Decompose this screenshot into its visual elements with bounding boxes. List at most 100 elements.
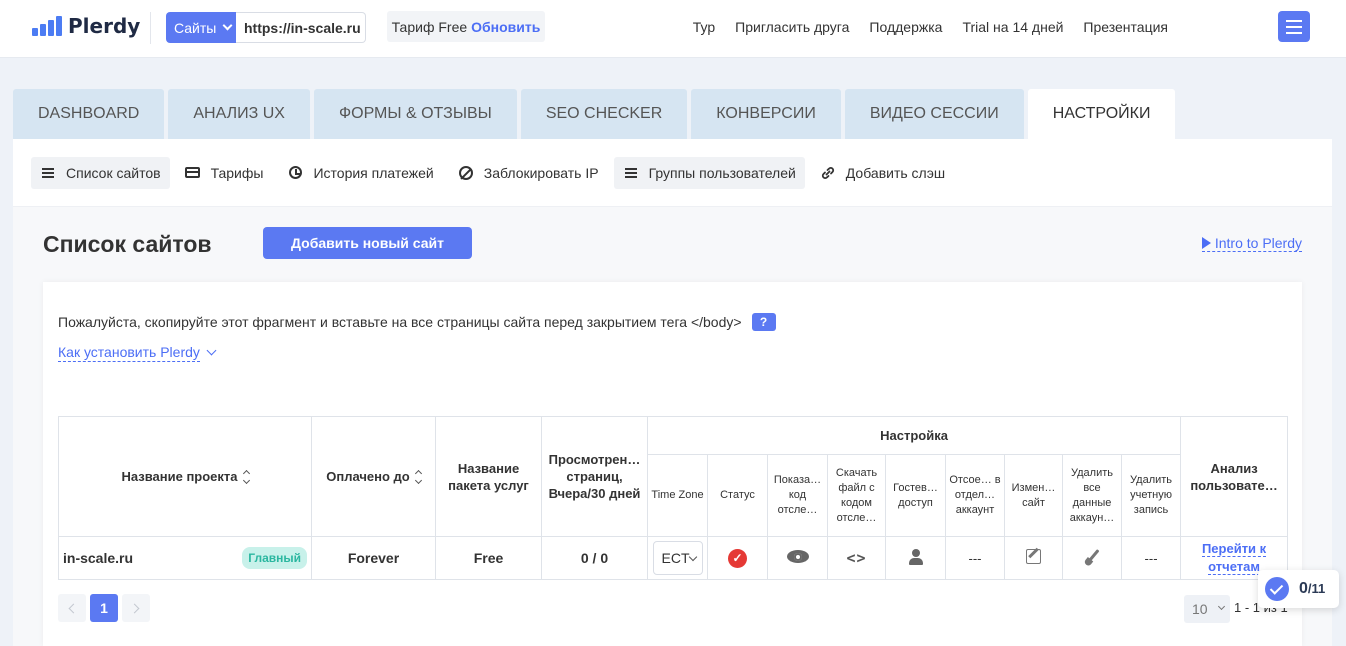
chevron-down-icon bbox=[222, 20, 233, 31]
check-circle-icon bbox=[1265, 577, 1289, 601]
page-button[interactable]: 1 bbox=[90, 594, 118, 622]
brush-icon[interactable] bbox=[1085, 548, 1099, 565]
cell-guest-access bbox=[885, 536, 946, 580]
subheader-guest-access: Гостев… доступ bbox=[885, 454, 946, 537]
hamburger-menu-icon[interactable] bbox=[1278, 11, 1310, 42]
cell-separate-account: --- bbox=[945, 536, 1005, 580]
site-url-field[interactable]: https://in-scale.ru bbox=[236, 12, 366, 43]
chevron-left-icon bbox=[68, 603, 79, 613]
header-project[interactable]: Название проекта bbox=[58, 416, 312, 537]
subheader-show-code: Показа… код отсле… bbox=[767, 454, 828, 537]
cell-show-code bbox=[767, 536, 828, 580]
go-to-reports-link[interactable]: Перейти к отчетам bbox=[1201, 541, 1267, 575]
next-page-button[interactable] bbox=[122, 594, 150, 622]
project-name[interactable]: in-scale.ru bbox=[63, 550, 133, 566]
header-paid-until[interactable]: Оплачено до bbox=[311, 416, 436, 537]
subheader-timezone: Time Zone bbox=[647, 454, 708, 537]
nav-invite-friend[interactable]: Пригласить друга bbox=[735, 19, 849, 35]
edit-icon[interactable] bbox=[1026, 549, 1041, 564]
tab-video-sessions[interactable]: ВИДЕО СЕССИИ bbox=[844, 89, 1024, 139]
block-icon bbox=[458, 165, 474, 181]
subnav-label: Список сайтов bbox=[66, 164, 161, 181]
subheader-status: Статус bbox=[707, 454, 768, 537]
status-check-icon[interactable]: ✓ bbox=[728, 548, 747, 568]
subheader-download-file: Скачать файл с кодом отсле… bbox=[827, 454, 886, 537]
subheader-separate-account: Отсое… в отдел… аккаунт bbox=[945, 454, 1005, 537]
prev-page-button[interactable] bbox=[58, 594, 86, 622]
progress-total: /11 bbox=[1307, 581, 1326, 596]
subnav-block-ip[interactable]: Заблокировать IP bbox=[449, 157, 608, 189]
cell-pages-viewed: 0 / 0 bbox=[541, 536, 648, 580]
header-pages-viewed: Просмотрен… страниц, Вчера/30 дней bbox=[541, 416, 648, 537]
tariff-box: Тариф Free Обновить bbox=[387, 11, 545, 42]
tariff-label: Тариф Free bbox=[391, 18, 468, 35]
site-list-card: Пожалуйста, скопируйте этот фрагмент и в… bbox=[43, 282, 1302, 646]
user-icon[interactable] bbox=[908, 548, 923, 565]
nav-trial[interactable]: Trial на 14 дней bbox=[962, 19, 1063, 35]
cell-download-code: <> bbox=[827, 536, 886, 580]
code-icon[interactable]: <> bbox=[846, 549, 866, 567]
tab-settings[interactable]: НАСТРОЙКИ bbox=[1027, 89, 1176, 139]
nav-presentation[interactable]: Презентация bbox=[1083, 19, 1168, 35]
main-site-badge: Главный bbox=[242, 547, 307, 569]
subnav-label: Тарифы bbox=[210, 164, 264, 181]
chevron-down-icon bbox=[206, 345, 217, 356]
chevron-down-icon bbox=[1217, 602, 1226, 611]
page-title: Список сайтов bbox=[43, 231, 212, 257]
tab-conversions[interactable]: КОНВЕРСИИ bbox=[691, 89, 841, 139]
credit-card-icon bbox=[185, 165, 201, 181]
subnav-site-list[interactable]: Список сайтов bbox=[31, 156, 170, 189]
sites-table: Название проекта Оплачено до Название па… bbox=[58, 416, 1289, 580]
subnav-tariffs[interactable]: Тарифы bbox=[176, 157, 273, 189]
subnav-add-slash[interactable]: Добавить слэш bbox=[811, 157, 954, 189]
cell-delete-data bbox=[1062, 536, 1122, 580]
subheader-edit-site: Измен… сайт bbox=[1004, 454, 1063, 537]
play-icon bbox=[1201, 237, 1211, 249]
how-to-install-link[interactable]: Как установить Plerdy bbox=[58, 344, 217, 362]
tab-ux-analysis[interactable]: АНАЛИЗ UX bbox=[168, 89, 310, 139]
subnav-label: История платежей bbox=[313, 164, 434, 181]
subnav-user-groups[interactable]: Группы пользователей bbox=[613, 156, 805, 189]
cell-edit-site bbox=[1004, 536, 1063, 580]
header-settings: Настройка bbox=[646, 416, 1182, 455]
subheader-delete-record: Удалить учетную запись bbox=[1120, 454, 1182, 537]
intro-link-label: Intro to Plerdy bbox=[1214, 235, 1302, 251]
site-select-dropdown[interactable]: Сайты bbox=[166, 12, 236, 43]
cell-paid-until: Forever bbox=[311, 536, 436, 580]
progress-done: 0 bbox=[1299, 580, 1308, 597]
table-row: in-scale.ru Главный Forever Free 0 / 0 E… bbox=[58, 536, 1289, 580]
eye-icon[interactable] bbox=[786, 550, 809, 563]
plerdy-logo[interactable]: Plerdy bbox=[32, 14, 140, 38]
nav-support[interactable]: Поддержка bbox=[869, 19, 942, 35]
tab-seo-checker[interactable]: SEO CHECKER bbox=[520, 89, 688, 139]
list-icon bbox=[623, 165, 639, 181]
header-package: Название пакета услуг bbox=[435, 416, 542, 537]
cell-status: ✓ bbox=[707, 536, 768, 580]
cell-package: Free bbox=[435, 536, 542, 580]
main-panel: Список сайтов Добавить новый сайт Intro … bbox=[13, 207, 1332, 646]
site-select-label: Сайты bbox=[174, 19, 217, 36]
link-icon bbox=[820, 165, 836, 181]
header-analysis: Анализ пользовате… bbox=[1180, 416, 1289, 537]
how-to-install-label: Как установить Plerdy bbox=[58, 344, 200, 362]
intro-link[interactable]: Intro to Plerdy bbox=[1201, 235, 1302, 252]
subheader-delete-data: Удалить все данные аккаун… bbox=[1062, 454, 1122, 537]
add-new-site-button[interactable]: Добавить новый сайт bbox=[263, 227, 472, 259]
per-page-select[interactable]: 10 bbox=[1184, 595, 1230, 623]
cell-project: in-scale.ru Главный bbox=[58, 536, 312, 580]
main-tabs: DASHBOARD АНАЛИЗ UX ФОРМЫ & ОТЗЫВЫ SEO C… bbox=[13, 89, 1176, 139]
tab-forms-feedback[interactable]: ФОРМЫ & ОТЗЫВЫ bbox=[313, 89, 517, 139]
subnav-payment-history[interactable]: История платежей bbox=[278, 157, 442, 189]
tab-dashboard[interactable]: DASHBOARD bbox=[13, 89, 165, 139]
cell-delete-record: --- bbox=[1120, 536, 1182, 580]
onboarding-progress-widget[interactable]: 0/11 bbox=[1258, 570, 1339, 608]
logo-bars-icon bbox=[32, 16, 62, 36]
list-icon bbox=[40, 165, 56, 181]
upgrade-link[interactable]: Обновить bbox=[471, 19, 540, 35]
sort-icon bbox=[242, 469, 250, 484]
subnav-label: Группы пользователей bbox=[648, 164, 796, 181]
subnav-label: Заблокировать IP bbox=[483, 164, 599, 181]
nav-tour[interactable]: Тур bbox=[693, 19, 715, 35]
timezone-select[interactable]: ECT bbox=[652, 541, 703, 575]
help-button[interactable]: ? bbox=[751, 313, 776, 331]
